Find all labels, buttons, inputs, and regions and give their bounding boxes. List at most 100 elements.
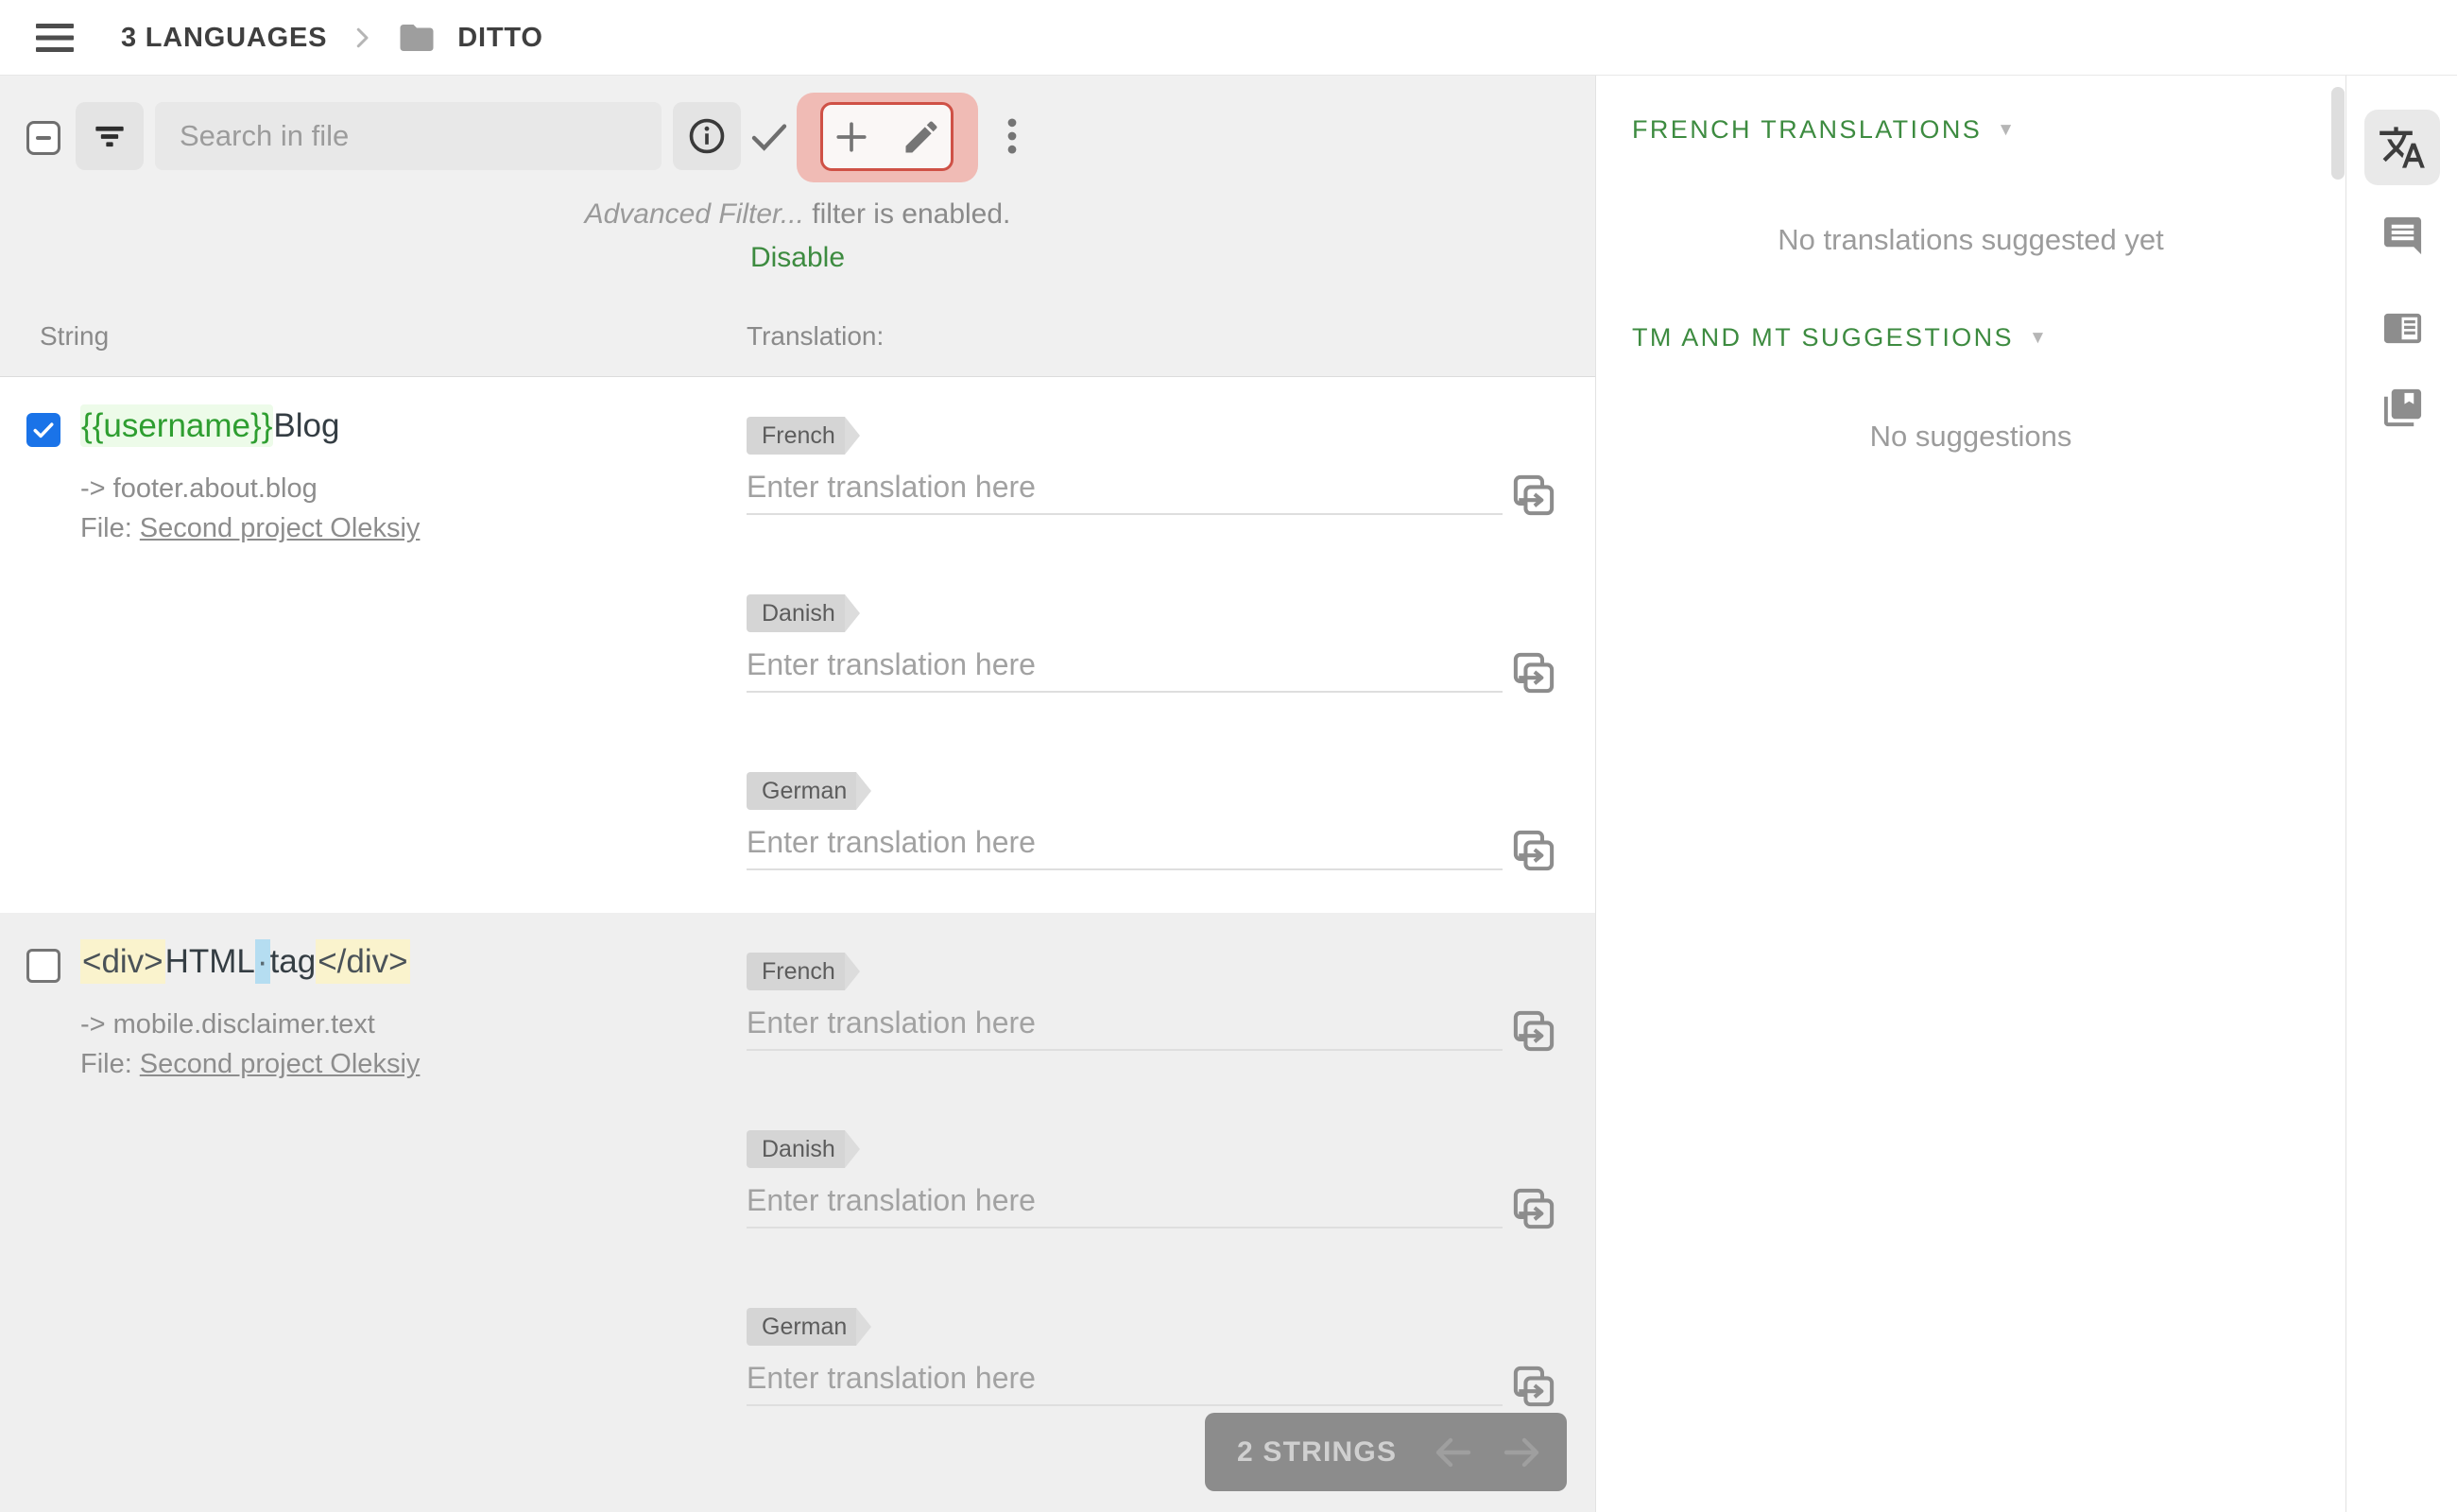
language-tag: Danish	[747, 594, 860, 632]
language-tag: German	[747, 772, 872, 810]
translate-icon	[2380, 127, 2425, 168]
copy-source-button[interactable]	[1508, 1181, 1559, 1236]
translation-input[interactable]	[747, 638, 1503, 693]
copy-source-button[interactable]	[1508, 823, 1559, 878]
variable-token: {{username}}	[80, 404, 274, 447]
plain-token: Blog	[273, 407, 340, 444]
arrow-right-icon	[1503, 1437, 1539, 1467]
comment-icon	[2383, 216, 2422, 255]
string-key-path: -> footer.about.blog	[80, 473, 318, 504]
table-row: {{username}}Blog -> footer.about.blog Fi…	[0, 377, 1595, 913]
copy-arrow-icon	[1513, 652, 1555, 694]
empty-state-text: No suggestions	[1869, 420, 2072, 453]
translation-group: French	[747, 953, 1561, 1085]
section-title: TM AND MT SUGGESTIONS	[1632, 323, 2014, 352]
reader-mode-icon	[2383, 313, 2422, 344]
comments-tab-button[interactable]	[2380, 214, 2425, 258]
collections-tab-button[interactable]	[2380, 386, 2425, 430]
arrow-left-icon	[1435, 1437, 1471, 1467]
filter-name: Advanced Filter...	[584, 198, 804, 230]
language-tag: German	[747, 1308, 872, 1346]
translation-group: French	[747, 417, 1561, 549]
copy-source-button[interactable]	[1508, 1004, 1559, 1058]
topbar: 3 LANGUAGES DITTO	[0, 0, 2457, 76]
file-label: File:	[80, 1049, 132, 1079]
add-string-button[interactable]	[831, 115, 874, 159]
disable-filter-link[interactable]: Disable	[0, 242, 1595, 274]
translation-group: Danish	[747, 594, 1561, 727]
copy-source-button[interactable]	[1508, 468, 1559, 523]
translations-tab-button[interactable]	[2364, 110, 2440, 185]
copy-source-button[interactable]	[1508, 645, 1559, 700]
file-line: File: Second project Oleksiy	[80, 1049, 420, 1080]
language-tag: Danish	[747, 1130, 860, 1168]
string-text: {{username}}Blog	[80, 404, 340, 447]
row-checkbox[interactable]	[26, 413, 60, 447]
more-options-button[interactable]	[988, 112, 1036, 160]
file-link[interactable]: Second project Oleksiy	[140, 513, 421, 543]
highlight-frame	[820, 102, 954, 171]
translation-input[interactable]	[747, 460, 1503, 515]
html-tag-token: </div>	[316, 939, 410, 984]
space-marker-token: ·	[254, 939, 270, 984]
string-key-path: -> mobile.disclaimer.text	[80, 1009, 375, 1040]
copy-arrow-icon	[1513, 474, 1555, 516]
main-content: Advanced Filter... filter is enabled. Di…	[0, 76, 1595, 1512]
section-french-translations[interactable]: FRENCH TRANSLATIONS ▼	[1632, 115, 2015, 145]
scrollbar-thumb[interactable]	[2331, 87, 2345, 180]
pencil-icon	[905, 120, 937, 152]
plain-token: HTML	[164, 943, 255, 980]
menu-icon[interactable]	[36, 22, 77, 54]
file-line: File: Second project Oleksiy	[80, 513, 420, 544]
copy-arrow-icon	[1513, 1188, 1555, 1229]
plain-token: tag	[269, 943, 317, 980]
select-all-checkbox[interactable]	[26, 121, 60, 155]
row-checkbox[interactable]	[26, 949, 60, 983]
search-input[interactable]	[155, 102, 662, 170]
pagination-nav	[1431, 1430, 1544, 1475]
next-page-button[interactable]	[1499, 1430, 1544, 1475]
translation-group: Danish	[747, 1130, 1561, 1263]
breadcrumb-languages[interactable]: 3 LANGUAGES	[121, 23, 327, 54]
translation-input[interactable]	[747, 1174, 1503, 1228]
translation-group: German	[747, 772, 1561, 904]
kebab-menu-icon	[1007, 118, 1017, 154]
highlighted-button-group	[797, 93, 978, 182]
section-tm-mt-suggestions[interactable]: TM AND MT SUGGESTIONS ▼	[1632, 323, 2047, 352]
previous-page-button[interactable]	[1431, 1430, 1476, 1475]
html-tag-token: <div>	[80, 939, 165, 984]
translation-input[interactable]	[747, 1351, 1503, 1406]
file-link[interactable]: Second project Oleksiy	[140, 1049, 421, 1079]
string-text: <div>HTML·tag</div>	[80, 939, 410, 984]
checkmark-icon	[33, 422, 54, 438]
file-label: File:	[80, 513, 132, 543]
info-button[interactable]	[673, 102, 741, 170]
empty-state-text: No translations suggested yet	[1778, 223, 2164, 256]
filter-notice: Advanced Filter... filter is enabled.	[0, 198, 1595, 231]
right-icon-bar	[2345, 76, 2457, 1512]
copy-arrow-icon	[1513, 1366, 1555, 1407]
translation-input[interactable]	[747, 816, 1503, 870]
edit-string-button[interactable]	[901, 115, 944, 159]
breadcrumb-folder[interactable]: DITTO	[457, 23, 542, 54]
copy-arrow-icon	[1513, 1010, 1555, 1052]
copy-source-button[interactable]	[1508, 1359, 1559, 1414]
confirm-check-icon[interactable]	[747, 113, 792, 159]
app-window: 3 LANGUAGES DITTO Search in file Advance…	[0, 0, 2457, 1512]
caret-down-icon: ▼	[2028, 327, 2047, 348]
info-icon	[689, 118, 725, 154]
string-count: 2 STRINGS	[1237, 1435, 1398, 1468]
section-title: FRENCH TRANSLATIONS	[1632, 115, 1983, 144]
translation-input[interactable]	[747, 996, 1503, 1051]
language-tag: French	[747, 953, 860, 990]
folder-icon	[400, 25, 434, 51]
filter-message: filter is enabled.	[803, 198, 1011, 230]
column-header-translation: Translation:	[747, 321, 885, 351]
filter-button[interactable]	[76, 102, 144, 170]
filter-icon	[95, 126, 124, 147]
pagination-bar: 2 STRINGS	[1205, 1413, 1567, 1491]
column-header-string: String	[40, 321, 110, 351]
copy-arrow-icon	[1513, 830, 1555, 871]
caret-down-icon: ▼	[1997, 119, 2015, 140]
reader-tab-button[interactable]	[2380, 306, 2425, 351]
